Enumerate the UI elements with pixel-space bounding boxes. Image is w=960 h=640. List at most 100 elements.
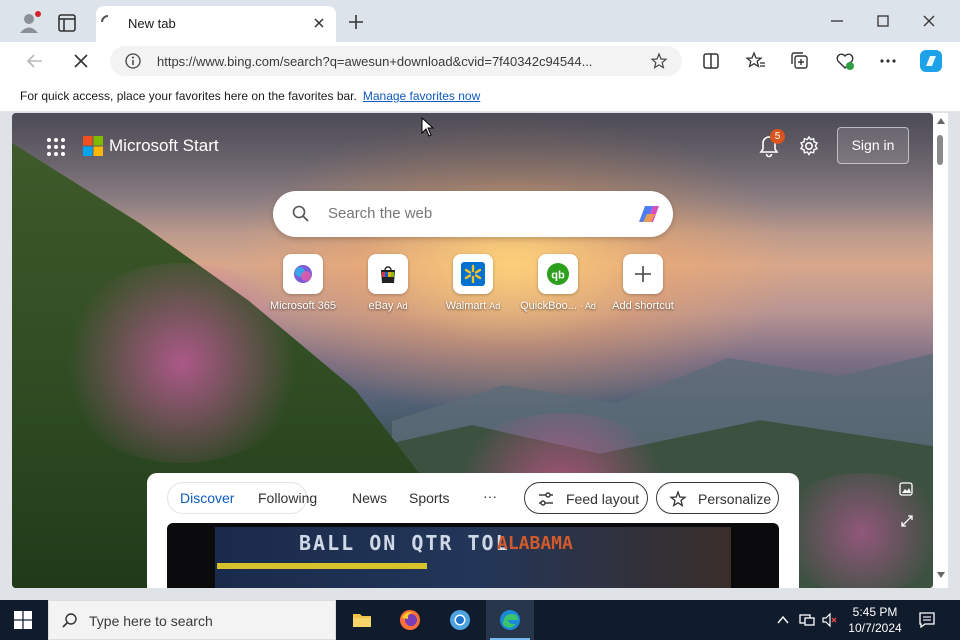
more-tabs-button[interactable]: ··· (483, 488, 497, 504)
quickbooks-icon: qb (538, 254, 578, 294)
sparkle-star-icon (669, 490, 687, 508)
firefox-button[interactable] (386, 600, 434, 640)
system-clock[interactable]: 5:45 PM 10/7/2024 (836, 604, 914, 636)
walmart-icon (453, 254, 493, 294)
clock-date: 10/7/2024 (848, 621, 902, 635)
shortcut-label: Add shortcut (612, 300, 674, 312)
tab-discover[interactable]: Discover (180, 490, 234, 506)
feed-layout-label: Feed layout (566, 491, 640, 507)
personalize-button[interactable]: Personalize (656, 482, 779, 514)
address-bar[interactable]: https://www.bing.com/search?q=awesun+dow… (110, 46, 682, 76)
scroll-down-arrow-icon[interactable] (936, 571, 946, 579)
copilot-search-icon[interactable] (633, 200, 665, 228)
new-tab-button[interactable] (346, 12, 366, 32)
title-bar: New tab (0, 0, 960, 42)
clock-time: 5:45 PM (852, 605, 898, 619)
site-info-icon[interactable] (124, 52, 142, 70)
stop-loading-button[interactable] (70, 50, 92, 72)
microsoft-365-icon (283, 254, 323, 294)
scroll-thumb[interactable] (937, 135, 943, 165)
favorites-bar-message: For quick access, place your favorites h… (20, 89, 481, 103)
scoreboard-team: ALABAMA (497, 533, 573, 554)
shortcut-ebay[interactable]: eBay Ad (346, 254, 430, 316)
svg-text:qb: qb (551, 270, 565, 282)
shortcut-label: Microsoft 365 (269, 300, 337, 312)
feed-layout-button[interactable]: Feed layout (524, 482, 648, 514)
shortcut-quickbooks[interactable]: qb QuickBoo... · Ad (516, 254, 600, 316)
network-icon[interactable] (799, 612, 815, 628)
shortcut-walmart[interactable]: Walmart Ad (431, 254, 515, 316)
close-tab-icon[interactable] (312, 16, 326, 30)
search-icon (292, 205, 309, 222)
favorite-star-icon[interactable] (650, 52, 668, 70)
notification-count-badge: 5 (770, 129, 785, 144)
loading-spinner-icon (101, 15, 109, 23)
background-image-info-icon[interactable] (898, 481, 914, 497)
windows-start-icon[interactable] (14, 611, 32, 629)
mouse-cursor-icon (421, 117, 435, 137)
brand-title[interactable]: Microsoft Start (109, 136, 219, 156)
favorites-icon[interactable] (745, 50, 767, 72)
split-screen-icon[interactable] (700, 50, 722, 72)
feed-video-card[interactable]: BALL ON QTR TOL ALABAMA (167, 523, 779, 588)
feed-tab-group: Discover Following (167, 482, 317, 514)
ebay-icon (368, 254, 408, 294)
gear-icon[interactable] (798, 135, 820, 157)
firefox-icon (400, 610, 420, 630)
shortcut-label: QuickBoo... (520, 300, 577, 312)
shortcut-label: Walmart (445, 300, 487, 312)
ad-label: · Ad (579, 301, 596, 311)
close-window-button[interactable] (918, 10, 940, 32)
tab-actions-icon[interactable] (56, 12, 78, 34)
new-tab-page: Microsoft Start 5 Sign in Search the web… (12, 113, 933, 588)
sign-in-button[interactable]: Sign in (837, 127, 909, 164)
profile-icon[interactable] (18, 10, 42, 34)
collections-icon[interactable] (789, 50, 811, 72)
plus-icon (623, 254, 663, 294)
address-row: https://www.bing.com/search?q=awesun+dow… (0, 42, 960, 80)
shortcut-microsoft-365[interactable]: Microsoft 365 (261, 254, 345, 316)
windows-taskbar: Type here to search 5:45 PM 10/7/2024 (0, 600, 960, 640)
feed-panel: Discover Following News Sports ··· Feed … (147, 473, 799, 588)
manage-favorites-link[interactable]: Manage favorites now (363, 89, 480, 103)
edge-icon (500, 610, 520, 630)
url-text[interactable]: https://www.bing.com/search?q=awesun+dow… (157, 54, 592, 69)
edge-button[interactable] (486, 600, 534, 640)
expand-icon[interactable] (899, 513, 915, 529)
favorites-bar: For quick access, place your favorites h… (0, 80, 960, 112)
back-button[interactable] (24, 50, 46, 72)
scoreboard-text: BALL ON QTR TOL (299, 531, 510, 555)
tab-following[interactable]: Following (258, 490, 317, 506)
tab-news[interactable]: News (352, 490, 387, 506)
chrome-icon (450, 610, 470, 630)
minimize-button[interactable] (826, 10, 848, 32)
web-search-box[interactable]: Search the web (273, 191, 673, 237)
ad-label: Ad (489, 301, 501, 311)
chrome-button[interactable] (436, 600, 484, 640)
browser-essentials-icon[interactable] (834, 50, 856, 72)
show-hidden-icons-icon[interactable] (775, 612, 791, 628)
action-center-icon[interactable] (918, 611, 936, 629)
search-input[interactable]: Search the web (328, 205, 432, 222)
shortcut-label: eBay (368, 300, 394, 312)
tab-sports[interactable]: Sports (409, 490, 449, 506)
taskbar-search-box[interactable]: Type here to search (48, 600, 336, 640)
browser-tab[interactable]: New tab (96, 6, 336, 42)
app-launcher-icon[interactable] (46, 137, 66, 157)
personalize-label: Personalize (698, 491, 772, 507)
page-scrollbar[interactable] (933, 113, 948, 588)
search-icon (62, 613, 77, 628)
file-explorer-button[interactable] (338, 600, 386, 640)
copilot-icon[interactable] (918, 48, 944, 74)
maximize-button[interactable] (872, 10, 894, 32)
taskbar-search-input[interactable]: Type here to search (89, 613, 213, 629)
tab-title: New tab (128, 16, 176, 31)
scroll-up-arrow-icon[interactable] (936, 117, 946, 125)
ad-label: Ad (396, 301, 408, 311)
settings-more-icon[interactable] (877, 50, 899, 72)
folder-icon (353, 614, 371, 627)
add-shortcut-button[interactable]: Add shortcut (601, 254, 685, 316)
sliders-icon (539, 492, 553, 506)
goalpost-bar (217, 563, 427, 569)
microsoft-logo-icon (83, 136, 103, 156)
